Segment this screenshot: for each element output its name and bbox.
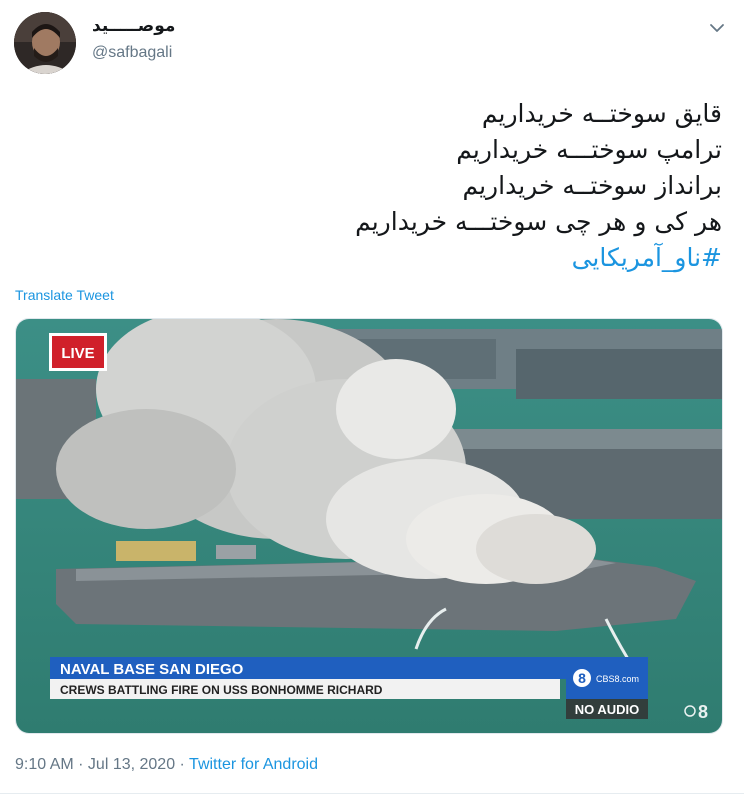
avatar-image [14, 12, 76, 74]
tweet-source-link[interactable]: Twitter for Android [189, 756, 318, 773]
station-watermark: 8 [698, 702, 708, 722]
meta-separator: · [175, 756, 190, 773]
meta-separator: · [73, 756, 88, 773]
translate-tweet-link[interactable]: Translate Tweet [15, 287, 114, 303]
avatar[interactable] [14, 12, 76, 74]
tweet-line: ترامپ سوختـــه خریداریم [456, 135, 722, 164]
tweet-line: برانداز سوختــه خریداریم [462, 171, 722, 200]
tweet-card: موصـــــيد @safbagali قایق سوختــه خریدا… [0, 0, 744, 800]
tweet-line: قایق سوختــه خریداریم [481, 99, 722, 128]
news-broadcast-image: LIVE NAVAL BASE SAN DIEGO CREWS BATTLING… [16, 319, 722, 733]
hashtag-link[interactable]: #ناو_آمریکایی [22, 240, 722, 276]
display-name[interactable]: موصـــــيد [92, 16, 175, 36]
channel-logo: CBS8.com [596, 674, 639, 684]
media-photo[interactable]: LIVE NAVAL BASE SAN DIEGO CREWS BATTLING… [15, 318, 723, 734]
no-audio-label: NO AUDIO [575, 702, 640, 717]
tweet-time[interactable]: 9:10 AM [15, 756, 74, 773]
tweet-text: قایق سوختــه خریداریم ترامپ سوختـــه خری… [22, 96, 722, 276]
banner-headline: NAVAL BASE SAN DIEGO [60, 661, 244, 678]
banner-subheadline: CREWS BATTLING FIRE ON USS BONHOMME RICH… [60, 683, 383, 697]
svg-text:8: 8 [578, 670, 586, 686]
divider [0, 793, 744, 794]
tweet-meta: 9:10 AM · Jul 13, 2020 · Twitter for And… [15, 756, 318, 774]
chevron-down-icon[interactable] [708, 20, 726, 34]
user-handle[interactable]: @safbagali [92, 44, 172, 62]
tweet-line: هر کی و هر چی سوختـــه خریداریم [355, 207, 722, 236]
tweet-date[interactable]: Jul 13, 2020 [88, 756, 175, 773]
live-badge: LIVE [61, 345, 94, 362]
